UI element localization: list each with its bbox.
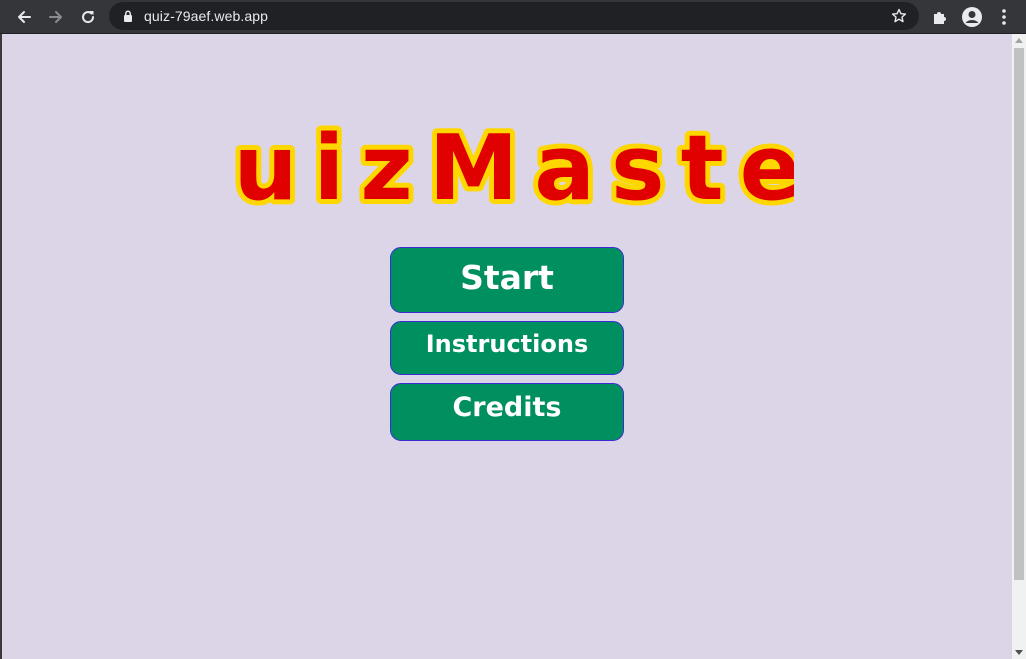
arrow-left-icon [18, 11, 31, 23]
quizmaster-logo: QuizMaster [224, 107, 794, 217]
puzzle-icon [934, 12, 946, 24]
url-text[interactable]: quiz-79aef.web.app [144, 2, 268, 30]
menu-button[interactable] [991, 4, 1017, 30]
extensions-button[interactable] [927, 4, 953, 30]
start-button[interactable]: Start [390, 247, 624, 313]
arrow-right-icon [49, 11, 62, 23]
logo-text: QuizMaster [224, 116, 794, 217]
scroll-down-arrow-icon[interactable] [1015, 650, 1023, 655]
star-icon[interactable] [890, 7, 908, 25]
instructions-button[interactable]: Instructions [390, 321, 624, 375]
lock-icon [124, 10, 132, 22]
browser-toolbar: quiz-79aef.web.app [0, 0, 1026, 34]
reload-icon [82, 11, 95, 24]
back-button[interactable] [11, 4, 37, 30]
account-icon [962, 7, 982, 27]
scrollbar-thumb[interactable] [1014, 48, 1024, 580]
scroll-up-arrow-icon[interactable] [1015, 38, 1023, 43]
credits-button[interactable]: Credits [390, 383, 624, 441]
address-bar[interactable]: quiz-79aef.web.app [109, 2, 919, 30]
forward-button[interactable] [43, 4, 69, 30]
profile-button[interactable] [959, 4, 985, 30]
kebab-icon [1002, 9, 1006, 25]
reload-button[interactable] [75, 4, 101, 30]
vertical-scrollbar[interactable] [1012, 34, 1026, 659]
